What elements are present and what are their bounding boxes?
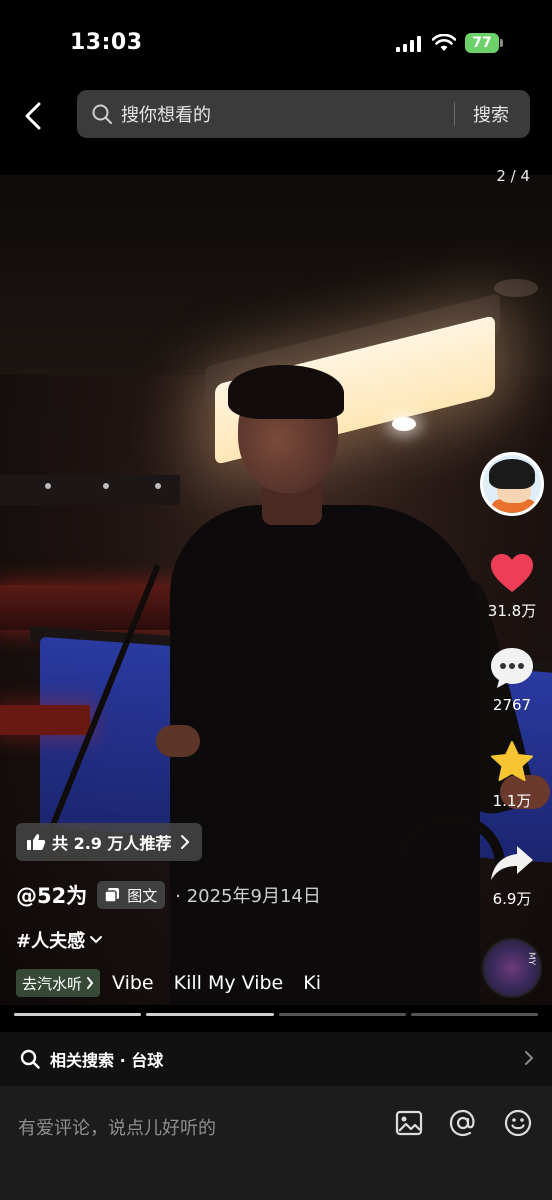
- scene-spotlight: [392, 417, 416, 431]
- chevron-right-icon: [180, 835, 189, 849]
- thumbs-up-icon: [27, 834, 46, 850]
- emoji-icon[interactable]: [503, 1108, 533, 1138]
- at-icon[interactable]: [448, 1108, 478, 1138]
- scene-ceiling-light: [494, 279, 538, 297]
- comment-input[interactable]: 有爱评论，说点儿好听的: [18, 1114, 216, 1140]
- share-icon: [491, 846, 533, 880]
- battery-indicator: 77: [465, 33, 499, 53]
- hashtag-row[interactable]: #人夫感: [16, 927, 103, 953]
- author-row: @52为 图文 · 2025年9月14日: [16, 880, 321, 910]
- post-type-label: 图文: [127, 886, 158, 905]
- share-count: 6.9万: [492, 890, 532, 908]
- comment-button[interactable]: 2767: [480, 646, 544, 714]
- status-bar: 13:03 77: [0, 0, 552, 88]
- hashtag[interactable]: #人夫感: [16, 927, 85, 953]
- heart-icon: [491, 554, 533, 592]
- recommend-pill[interactable]: 共 2.9 万人推荐: [16, 823, 202, 861]
- avatar-hair: [489, 459, 535, 489]
- status-time: 13:03: [70, 30, 143, 55]
- wifi-icon: [432, 34, 456, 51]
- post-type-tag: 图文: [97, 881, 166, 909]
- progress-segment: [146, 1013, 274, 1016]
- chevron-down-icon: [90, 936, 103, 944]
- progress-segment: [410, 1013, 538, 1016]
- chevron-right-icon: [525, 1051, 534, 1065]
- page-counter: 2 / 4: [496, 167, 530, 185]
- music-disc-text: MY: [526, 952, 536, 966]
- favorite-count: 1.1万: [492, 792, 532, 810]
- like-count: 31.8万: [487, 602, 537, 620]
- star-icon: [491, 741, 533, 781]
- music-pill-label: 去汽水听: [22, 974, 83, 993]
- author-name[interactable]: @52为: [16, 880, 87, 910]
- post-date: · 2025年9月14日: [175, 886, 321, 907]
- progress-segment: [278, 1013, 406, 1016]
- image-progress: [14, 1013, 538, 1016]
- battery-nub: [500, 39, 503, 47]
- like-button[interactable]: 31.8万: [480, 552, 544, 621]
- scene-person-body: [170, 505, 480, 1005]
- author-avatar[interactable]: [480, 452, 544, 516]
- back-button[interactable]: [16, 96, 50, 136]
- share-button[interactable]: 6.9万: [480, 842, 544, 909]
- post-date-text: 2025年9月14日: [186, 886, 321, 907]
- music-row[interactable]: 去汽水听 Vibe Kill My Vibe Ki: [16, 969, 336, 997]
- scene-person-hair: [228, 365, 344, 419]
- music-title: Vibe: [112, 972, 154, 994]
- music-title: Ki: [303, 972, 321, 994]
- comment-bar: 有爱评论，说点儿好听的: [0, 1086, 552, 1200]
- comment-count: 2767: [492, 696, 532, 714]
- gallery-icon: [105, 888, 120, 902]
- search-icon: [20, 1049, 40, 1069]
- related-search-label: 相关搜索 · 台球: [50, 1051, 164, 1070]
- music-title: Kill My Vibe: [173, 972, 284, 994]
- signal-icon: [396, 36, 421, 52]
- search-button[interactable]: 搜索: [473, 101, 509, 127]
- listen-in-qishui-button[interactable]: 去汽水听: [16, 969, 101, 997]
- search-placeholder[interactable]: 搜你想看的: [121, 101, 211, 127]
- related-search[interactable]: 相关搜索 · 台球: [0, 1032, 552, 1086]
- search-icon: [92, 104, 112, 124]
- chevron-right-icon: [87, 977, 94, 989]
- favorite-button[interactable]: 1.1万: [480, 740, 544, 811]
- progress-segment: [14, 1013, 142, 1016]
- comment-icon: [491, 648, 533, 688]
- back-icon: [25, 102, 41, 130]
- scene-person-hand-left: [156, 725, 200, 757]
- image-icon[interactable]: [394, 1108, 424, 1138]
- scene-red-floor-light: [0, 705, 90, 735]
- music-disc[interactable]: MY: [482, 938, 542, 998]
- search-bar[interactable]: 搜你想看的 搜索: [77, 90, 530, 138]
- scene-screen-strip: [0, 475, 180, 505]
- search-divider: [454, 102, 455, 126]
- recommend-text: 共 2.9 万人推荐: [52, 834, 172, 853]
